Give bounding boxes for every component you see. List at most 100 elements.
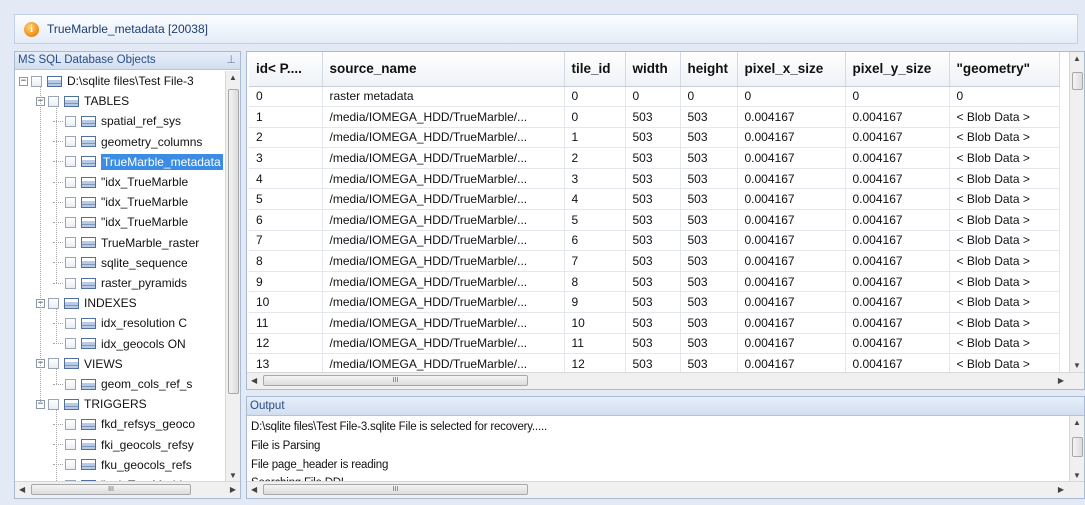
scroll-right-arrow-icon[interactable]: ▶ (230, 485, 236, 494)
table-row[interactable]: 4/media/IOMEGA_HDD/TrueMarble/... 3 503 503… (249, 168, 1060, 190)
table-cell[interactable]: 9 (564, 291, 626, 314)
table-cell[interactable]: < Blob Data > (949, 168, 1060, 190)
table-cell[interactable]: 0.004167 (737, 230, 846, 252)
scroll-left-arrow-icon[interactable]: ◀ (19, 485, 25, 494)
table-row[interactable]: 1/media/IOMEGA_HDD/TrueMarble/... 0 503 503… (249, 106, 1060, 128)
scroll-right-arrow-icon[interactable]: ▶ (1058, 376, 1064, 385)
scroll-up-arrow-icon[interactable]: ▲ (229, 73, 237, 82)
table-cell[interactable]: 0.004167 (737, 127, 846, 149)
table-cell[interactable]: 11 (249, 312, 323, 334)
scroll-down-arrow-icon[interactable]: ▼ (1073, 361, 1081, 370)
checkbox[interactable] (65, 115, 76, 127)
table-cell[interactable]: 12 (249, 333, 323, 355)
checkbox[interactable] (65, 459, 76, 471)
horizontal-scrollbar[interactable]: ◀ III ▶ (247, 481, 1084, 498)
table-cell[interactable]: 1 (249, 106, 323, 128)
column-header[interactable]: width (625, 52, 681, 87)
table-cell[interactable]: 503 (680, 250, 738, 272)
table-cell[interactable]: 0.004167 (845, 312, 950, 334)
checkbox[interactable] (31, 75, 42, 87)
table-row[interactable]: 9/media/IOMEGA_HDD/TrueMarble/... 8 503 503… (249, 271, 1060, 293)
table-row[interactable]: 5/media/IOMEGA_HDD/TrueMarble/... 4 503 503… (249, 188, 1060, 211)
table-cell[interactable]: 0.004167 (845, 291, 950, 314)
checkbox[interactable] (65, 257, 76, 269)
tree-item[interactable]: "idx_TrueMarble (53, 212, 188, 232)
column-header[interactable]: pixel_y_size (845, 52, 950, 87)
table-cell[interactable]: 503 (680, 333, 738, 355)
column-header[interactable]: tile_id (564, 52, 626, 87)
checkbox[interactable] (48, 358, 59, 370)
table-cell[interactable]: 1 (564, 127, 626, 149)
table-cell[interactable]: /media/IOMEGA_HDD/TrueMarble/... (322, 230, 565, 252)
table-cell[interactable]: /media/IOMEGA_HDD/TrueMarble/... (322, 271, 565, 293)
checkbox[interactable] (65, 378, 76, 390)
tree-item[interactable]: geom_cols_ref_s (53, 374, 192, 394)
checkbox[interactable] (65, 277, 76, 289)
column-header[interactable]: source_name (322, 52, 565, 87)
table-cell[interactable]: 4 (564, 188, 626, 211)
checkbox[interactable] (65, 338, 76, 350)
horizontal-scrollbar[interactable]: ◀ III ▶ (15, 481, 240, 498)
tree-item[interactable]: spatial_ref_sys (53, 111, 181, 131)
table-cell[interactable]: 503 (625, 188, 681, 211)
table-cell[interactable]: /media/IOMEGA_HDD/TrueMarble/... (322, 188, 565, 211)
table-cell[interactable]: 503 (680, 106, 738, 128)
checkbox[interactable] (48, 297, 59, 309)
table-cell[interactable]: 503 (625, 230, 681, 252)
table-cell[interactable]: 503 (625, 168, 681, 190)
table-cell[interactable]: 0.004167 (737, 291, 846, 314)
table-cell[interactable]: < Blob Data > (949, 127, 1060, 149)
table-cell[interactable]: /media/IOMEGA_HDD/TrueMarble/... (322, 147, 565, 169)
scroll-right-arrow-icon[interactable]: ▶ (1058, 485, 1064, 494)
table-cell[interactable]: 0.004167 (737, 209, 846, 231)
checkbox[interactable] (65, 418, 76, 430)
checkbox[interactable] (65, 216, 76, 228)
vertical-scrollbar[interactable]: ▲ ▼ (1069, 416, 1084, 482)
column-header[interactable]: pixel_x_size (737, 52, 846, 87)
checkbox[interactable] (48, 398, 59, 410)
table-cell[interactable]: 6 (249, 209, 323, 231)
tree-item[interactable]: fkd_refsys_geoco (53, 414, 195, 434)
table-cell[interactable]: 2 (564, 147, 626, 169)
tree-group-views[interactable]: − VIEWS (36, 354, 123, 374)
table-cell[interactable]: 0 (564, 106, 626, 128)
table-cell[interactable]: 0.004167 (845, 333, 950, 355)
checkbox[interactable] (65, 439, 76, 451)
table-cell[interactable]: 9 (249, 271, 323, 293)
table-cell[interactable]: /media/IOMEGA_HDD/TrueMarble/... (322, 209, 565, 231)
column-header[interactable]: "geometry" (949, 52, 1060, 87)
table-cell[interactable]: 7 (249, 230, 323, 252)
table-cell[interactable]: 503 (625, 209, 681, 231)
table-cell[interactable]: 503 (680, 291, 738, 314)
table-cell[interactable]: 10 (249, 291, 323, 314)
scroll-thumb[interactable] (228, 89, 239, 394)
table-cell[interactable]: 503 (625, 291, 681, 314)
horizontal-scrollbar[interactable]: ◀ III ▶ (247, 372, 1084, 389)
tree-item[interactable]: idx_geocols ON (53, 334, 186, 354)
table-cell[interactable]: 3 (249, 147, 323, 169)
pin-icon[interactable]: ⊥ (226, 52, 236, 69)
table-cell[interactable]: 0.004167 (845, 127, 950, 149)
scroll-thumb[interactable]: III (263, 375, 528, 386)
table-cell[interactable]: 2 (249, 127, 323, 149)
table-cell[interactable]: 0.004167 (845, 168, 950, 190)
vertical-scrollbar[interactable]: ▲ ▼ (1069, 52, 1084, 372)
table-cell[interactable]: 503 (680, 147, 738, 169)
scroll-thumb[interactable]: III (263, 484, 528, 495)
tree-item[interactable]: fki_geocols_refsy (53, 435, 194, 455)
table-cell[interactable]: 503 (625, 271, 681, 293)
tree-group-triggers[interactable]: − TRIGGERS (36, 394, 147, 414)
table-cell[interactable]: 0 (949, 86, 1060, 108)
table-cell[interactable]: < Blob Data > (949, 209, 1060, 231)
tree-item[interactable]: sqlite_sequence (53, 253, 188, 273)
table-cell[interactable]: 0.004167 (737, 271, 846, 293)
table-cell[interactable]: /media/IOMEGA_HDD/TrueMarble/... (322, 333, 565, 355)
table-cell[interactable]: /media/IOMEGA_HDD/TrueMarble/... (322, 312, 565, 334)
tree-item[interactable]: "idx_TrueMarble (53, 192, 188, 212)
table-cell[interactable]: 503 (680, 127, 738, 149)
checkbox[interactable] (65, 136, 76, 148)
table-cell[interactable]: 5 (249, 188, 323, 211)
table-cell[interactable]: /media/IOMEGA_HDD/TrueMarble/... (322, 291, 565, 314)
collapse-toggle-icon[interactable]: − (19, 76, 28, 86)
table-cell[interactable]: 0.004167 (737, 168, 846, 190)
